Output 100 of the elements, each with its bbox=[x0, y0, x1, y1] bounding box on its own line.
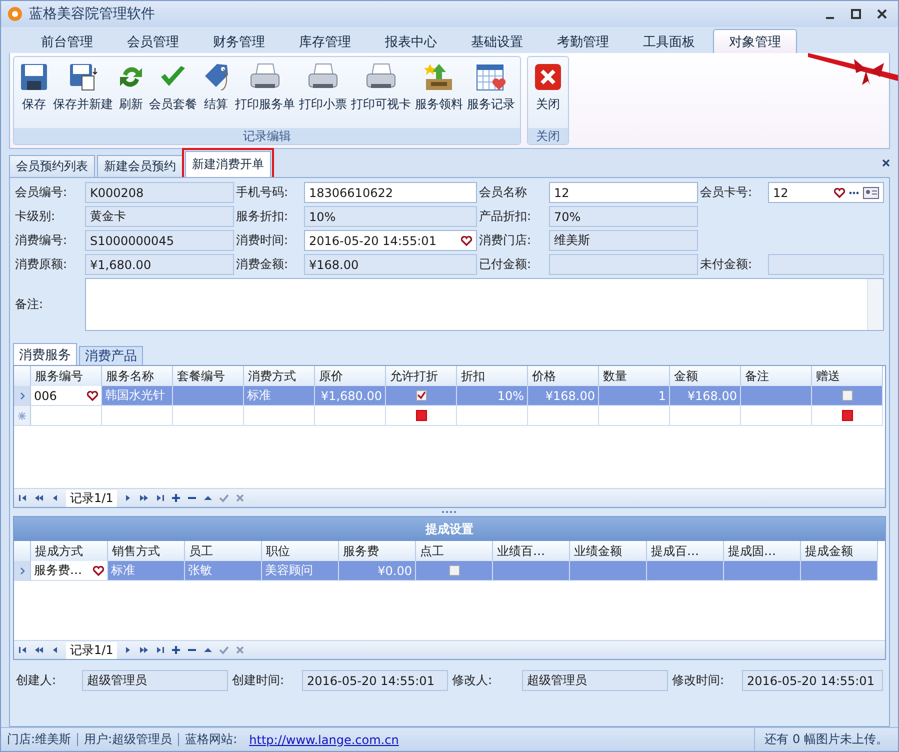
menu-tab[interactable]: 库存管理 bbox=[283, 29, 367, 53]
toolbar-button[interactable]: 会员套餐 bbox=[148, 59, 198, 126]
column-header[interactable]: 服务名称 bbox=[102, 366, 173, 388]
group-title: 关闭 bbox=[528, 128, 568, 144]
note-field[interactable] bbox=[85, 278, 884, 331]
column-header[interactable]: 套餐编号 bbox=[173, 366, 244, 388]
input-field[interactable]: 10% bbox=[304, 206, 477, 227]
table-cell: 美容顾问 bbox=[262, 561, 339, 581]
next-page-icon[interactable] bbox=[139, 493, 150, 503]
input-field[interactable]: S1000000045 bbox=[85, 230, 234, 251]
sub-tab[interactable]: 消费服务 bbox=[13, 343, 77, 365]
toolbar-button[interactable]: 服务记录 bbox=[466, 59, 516, 126]
last-icon[interactable] bbox=[155, 493, 166, 503]
column-header[interactable]: 服务编号 bbox=[31, 366, 102, 388]
checkbox[interactable] bbox=[416, 390, 426, 401]
menu-tab[interactable]: 考勤管理 bbox=[541, 29, 625, 53]
input-field[interactable] bbox=[768, 254, 884, 275]
null-value-icon[interactable] bbox=[416, 410, 426, 421]
column-header[interactable]: 提成百… bbox=[647, 541, 724, 563]
id-card-icon[interactable] bbox=[863, 186, 879, 198]
toolbar-button[interactable]: 打印可视卡 bbox=[350, 59, 412, 126]
column-header[interactable]: 提成方式 bbox=[31, 541, 108, 563]
grid-corner bbox=[14, 541, 31, 563]
first-icon[interactable] bbox=[18, 645, 28, 655]
input-field[interactable]: 18306610622 bbox=[304, 182, 477, 203]
input-field[interactable]: ¥1,680.00 bbox=[85, 254, 234, 275]
menu-tab[interactable]: 报表中心 bbox=[369, 29, 453, 53]
row-indicator[interactable] bbox=[14, 561, 31, 581]
document-tab[interactable]: 会员预约列表 bbox=[9, 155, 95, 177]
menu-tab[interactable]: 前台管理 bbox=[25, 29, 109, 53]
up-icon[interactable] bbox=[203, 493, 214, 503]
column-header[interactable]: 价格 bbox=[528, 366, 599, 388]
toolbar-button[interactable]: 服务领料 bbox=[414, 59, 464, 126]
column-header[interactable]: 职位 bbox=[262, 541, 339, 563]
record-counter: 记录1/1 bbox=[66, 642, 118, 658]
checkbox[interactable] bbox=[842, 390, 852, 401]
input-field[interactable]: 维美斯 bbox=[549, 230, 698, 251]
column-header[interactable]: 销售方式 bbox=[108, 541, 185, 563]
plus-icon[interactable] bbox=[171, 645, 182, 655]
column-header[interactable]: 消费方式 bbox=[244, 366, 315, 388]
menu-tab[interactable]: 财务管理 bbox=[197, 29, 281, 53]
row-indicator[interactable] bbox=[14, 386, 31, 406]
toolbar-button[interactable]: 打印服务单 bbox=[234, 59, 296, 126]
input-field[interactable]: ¥168.00 bbox=[304, 254, 477, 275]
toolbar-button[interactable]: 打印小票 bbox=[298, 59, 348, 126]
toolbar-button[interactable]: 关闭 bbox=[532, 59, 564, 126]
column-header[interactable]: 点工 bbox=[416, 541, 493, 563]
column-header[interactable]: 提成金额 bbox=[801, 541, 878, 563]
document-tab[interactable]: 新建会员预约 bbox=[97, 155, 183, 177]
field-label: 创建人: bbox=[16, 672, 58, 689]
table-cell bbox=[244, 406, 315, 426]
close-icon[interactable] bbox=[882, 159, 890, 167]
heart-icon[interactable] bbox=[834, 188, 845, 198]
toolbar-button[interactable]: 保存并新建 bbox=[52, 59, 114, 126]
null-value-icon[interactable] bbox=[842, 410, 852, 421]
column-header[interactable]: 数量 bbox=[599, 366, 670, 388]
column-header[interactable]: 折扣 bbox=[457, 366, 528, 388]
input-field[interactable]: 70% bbox=[549, 206, 698, 227]
column-header[interactable]: 员工 bbox=[185, 541, 262, 563]
splitter-grip-icon[interactable] bbox=[440, 510, 458, 514]
input-field[interactable]: 黄金卡 bbox=[85, 206, 234, 227]
website-link[interactable]: http://www.lange.com.cn bbox=[249, 732, 399, 746]
heart-icon[interactable] bbox=[461, 236, 472, 246]
column-header[interactable]: 金额 bbox=[670, 366, 741, 388]
heart-icon[interactable] bbox=[93, 566, 104, 576]
sub-tab[interactable]: 消费产品 bbox=[79, 346, 143, 365]
last-icon[interactable] bbox=[155, 645, 166, 655]
heart-icon[interactable] bbox=[87, 390, 98, 400]
input-field[interactable]: 12 bbox=[768, 182, 884, 203]
column-header[interactable]: 业绩百… bbox=[493, 541, 570, 563]
column-header[interactable]: 提成固… bbox=[724, 541, 801, 563]
check-icon[interactable] bbox=[219, 645, 230, 655]
toolbar-button[interactable]: 结算 bbox=[200, 59, 232, 126]
menu-tab[interactable]: 基础设置 bbox=[455, 29, 539, 53]
prev-page-icon[interactable] bbox=[34, 493, 44, 503]
column-header[interactable]: 备注 bbox=[741, 366, 812, 388]
menu-tab[interactable]: 会员管理 bbox=[111, 29, 195, 53]
input-field[interactable] bbox=[549, 254, 698, 275]
toolbar-button[interactable]: 刷新 bbox=[116, 59, 146, 126]
next-page-icon[interactable] bbox=[139, 645, 150, 655]
toolbar-button[interactable]: 保存 bbox=[18, 59, 50, 126]
document-tab[interactable]: 新建消费开单 bbox=[185, 151, 271, 177]
field-label: 备注: bbox=[15, 296, 44, 313]
check-icon[interactable] bbox=[219, 493, 230, 503]
menu-tab[interactable]: 对象管理 bbox=[713, 29, 797, 53]
prev-page-icon[interactable] bbox=[34, 645, 44, 655]
column-header[interactable]: 原价 bbox=[315, 366, 386, 388]
input-field[interactable]: K000208 bbox=[85, 182, 234, 203]
column-header[interactable]: 服务费 bbox=[339, 541, 416, 563]
input-field[interactable]: 12 bbox=[549, 182, 698, 203]
column-header[interactable]: 业绩金额 bbox=[570, 541, 647, 563]
menu-tab[interactable]: 工具面板 bbox=[627, 29, 711, 53]
first-icon[interactable] bbox=[18, 493, 28, 503]
up-icon[interactable] bbox=[203, 645, 214, 655]
input-field[interactable]: 2016-05-20 14:55:01 bbox=[304, 230, 477, 251]
more-icon[interactable] bbox=[849, 190, 859, 194]
checkbox[interactable] bbox=[448, 565, 460, 576]
plus-icon[interactable] bbox=[171, 493, 182, 503]
column-header[interactable]: 允许打折 bbox=[386, 366, 457, 388]
column-header[interactable]: 赠送 bbox=[812, 366, 883, 388]
